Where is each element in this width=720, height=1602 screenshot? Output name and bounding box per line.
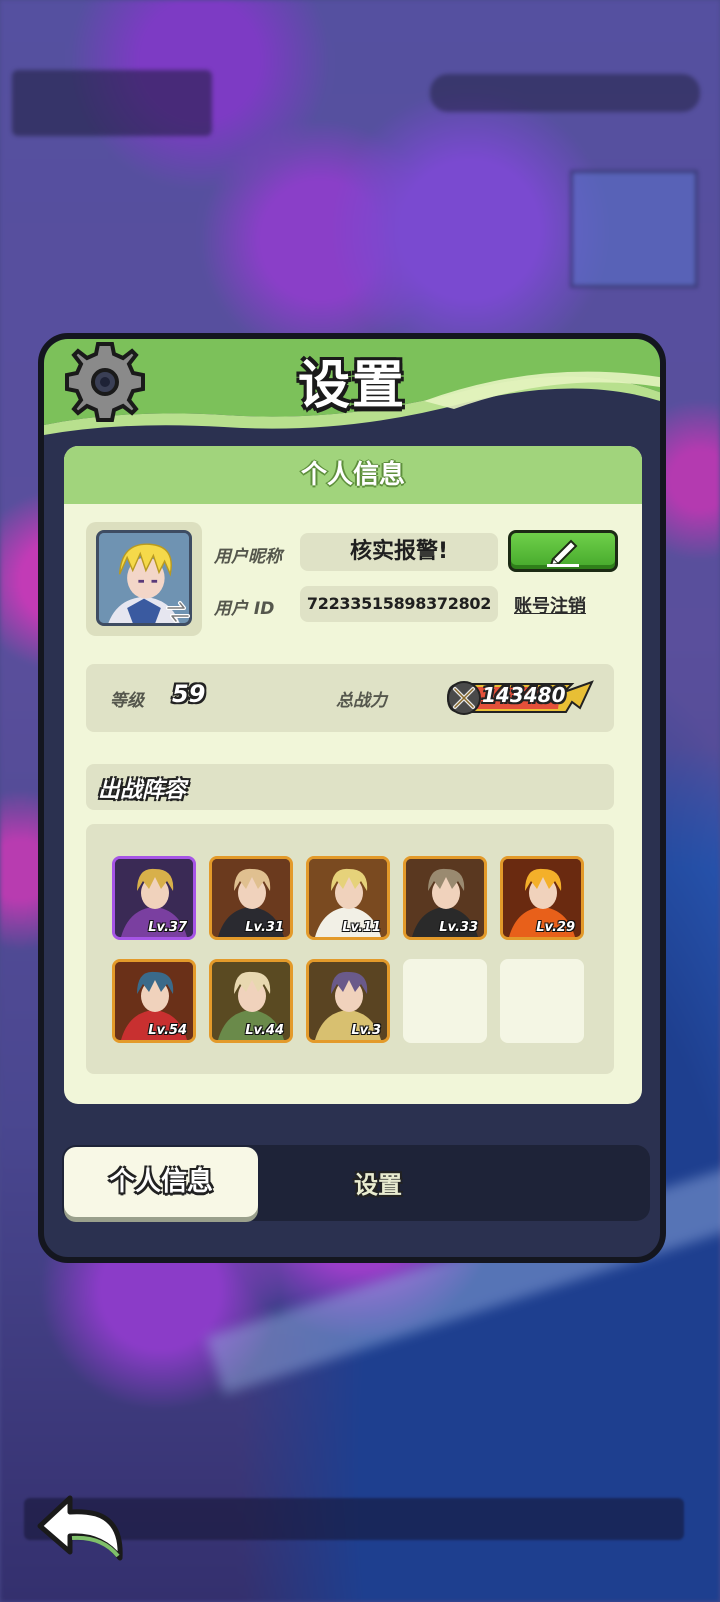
nickname-field: 核实报警!	[300, 533, 498, 571]
tab-bar: 个人信息 设置	[62, 1145, 650, 1221]
hero-slot[interactable]: Lv.44	[209, 959, 293, 1043]
hero-level: Lv.31	[245, 920, 284, 935]
avatar-frame[interactable]	[86, 522, 202, 636]
hero-level: Lv.33	[439, 920, 478, 935]
power-value: 143480	[482, 683, 566, 707]
blurred-minimap	[570, 170, 698, 288]
hero-slot[interactable]: Lv.33	[403, 856, 487, 940]
hero-level: Lv.29	[536, 920, 575, 935]
hero-slot[interactable]: Lv.54	[112, 959, 196, 1043]
hero-level: Lv.3	[351, 1023, 381, 1038]
power-label: 总战力	[336, 691, 387, 711]
swap-avatar-icon[interactable]	[164, 598, 192, 626]
tab-settings[interactable]: 设置	[318, 1147, 438, 1217]
back-arrow-icon[interactable]	[36, 1492, 132, 1566]
dialog-header: 设置	[44, 339, 660, 435]
blurred-resource-bar	[430, 74, 700, 112]
blurred-player-bar	[12, 70, 212, 136]
hero-slot[interactable]: Lv.11	[306, 856, 390, 940]
nickname-label: 用户昵称	[214, 547, 282, 567]
dialog-title: 设置	[297, 356, 406, 416]
profile-card-header: 个人信息	[64, 446, 642, 504]
hero-slot[interactable]: Lv.37	[112, 856, 196, 940]
hero-level: Lv.44	[245, 1023, 284, 1038]
level-label: 等级	[110, 691, 144, 711]
user-id-label: 用户 ID	[214, 599, 275, 619]
profile-card: 个人信息 用户昵称 核实报警! 用户 ID 72233515898372802 …	[64, 446, 642, 1104]
empty-hero-slot[interactable]	[500, 959, 584, 1043]
edit-nickname-button[interactable]	[508, 530, 618, 572]
hero-level: Lv.37	[148, 920, 187, 935]
hero-slot[interactable]: Lv.29	[500, 856, 584, 940]
team-lineup: Lv.37 Lv.31 Lv.11 Lv.33 Lv.29 Lv.54 Lv.44 Lv.3	[86, 824, 614, 1074]
stats-row: 等级 59 总战力 143480	[86, 664, 614, 732]
empty-hero-slot[interactable]	[403, 959, 487, 1043]
hero-level: Lv.54	[148, 1023, 187, 1038]
user-id-field: 72233515898372802	[300, 586, 498, 622]
settings-dialog: 设置 个人信息 用户昵称 核实报警! 用户 ID 722335158983728…	[38, 333, 666, 1263]
team-title-bar: 出战阵容	[86, 764, 614, 810]
team-title: 出战阵容	[98, 778, 187, 803]
hero-slot[interactable]: Lv.31	[209, 856, 293, 940]
tab-profile[interactable]: 个人信息	[64, 1147, 258, 1217]
pencil-icon	[547, 539, 579, 567]
delete-account-link[interactable]: 账号注销	[514, 592, 586, 618]
level-value: 59	[172, 680, 206, 708]
hero-slot[interactable]: Lv.3	[306, 959, 390, 1043]
hero-level: Lv.11	[342, 920, 381, 935]
